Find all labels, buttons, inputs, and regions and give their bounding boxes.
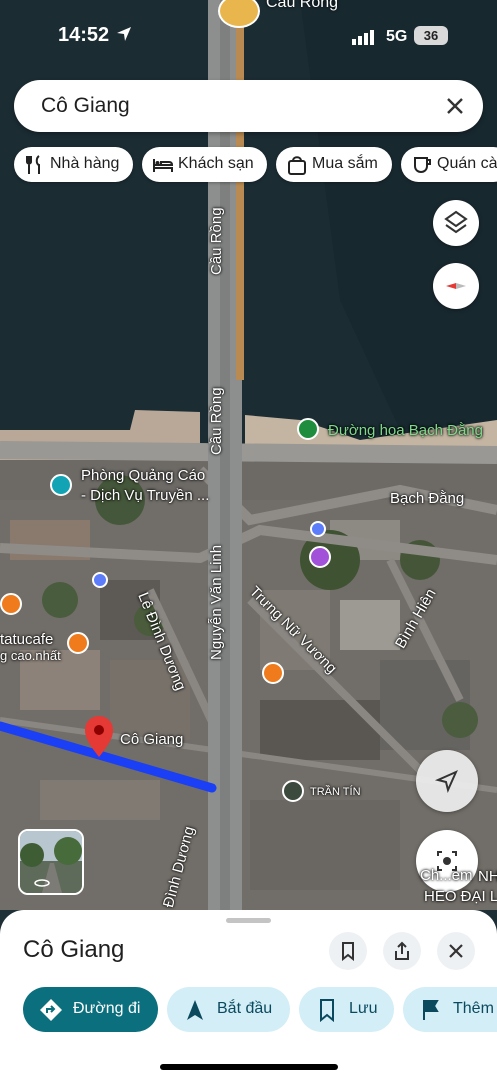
layers-button[interactable] xyxy=(433,200,479,246)
close-icon[interactable] xyxy=(445,96,465,116)
map-label-ad-2[interactable]: - Dịch Vụ Truyền ... xyxy=(81,487,209,504)
battery-icon: 36 xyxy=(414,26,448,45)
directions-icon xyxy=(40,999,62,1021)
chip-restaurants[interactable]: Nhà hàng xyxy=(14,147,133,182)
street-view-thumbnail[interactable] xyxy=(18,829,84,895)
map-label-poi: NH xyxy=(478,868,497,885)
save-button[interactable] xyxy=(329,932,367,970)
map-label-poi: TRẦN TÍN xyxy=(310,786,361,798)
street-view-image xyxy=(20,831,82,893)
flag-icon xyxy=(423,1000,439,1020)
restaurant-icon xyxy=(26,155,40,174)
save-place-button[interactable]: Lưu xyxy=(299,987,394,1032)
cell-signal-icon xyxy=(352,30,374,45)
directions-label: Đường đi xyxy=(73,1000,141,1017)
category-chips: Nhà hàng Khách sạn Mua sắm Quán cà xyxy=(14,147,497,183)
more-label: Thêm xyxy=(453,1000,494,1017)
share-icon xyxy=(395,941,409,960)
chip-hotels[interactable]: Khách sạn xyxy=(142,147,267,182)
map-label-bridge: Cầu Rồng xyxy=(208,207,225,275)
search-input[interactable]: Cô Giang xyxy=(41,94,130,118)
start-label: Bắt đầu xyxy=(217,1000,273,1017)
place-title: Cô Giang xyxy=(23,936,125,963)
bus-stop-icon[interactable] xyxy=(310,521,326,537)
map-label-cafe[interactable]: tatucafe xyxy=(0,631,53,648)
park-icon[interactable] xyxy=(297,418,319,440)
status-bar: 14:52 5G 36 xyxy=(0,18,497,58)
directions-button[interactable]: Đường đi xyxy=(23,987,158,1032)
shopping-icon[interactable] xyxy=(309,546,331,568)
chip-label: Quán cà xyxy=(437,155,497,172)
bookmark-icon xyxy=(342,942,354,961)
sheet-drag-handle[interactable] xyxy=(226,918,271,923)
bus-stop-icon[interactable] xyxy=(92,572,108,588)
search-bar[interactable]: Cô Giang xyxy=(14,80,483,132)
bed-icon xyxy=(153,159,174,172)
home-indicator[interactable] xyxy=(160,1064,338,1070)
shopping-bag-icon xyxy=(288,156,306,175)
map-label-lens: Ch...em xyxy=(420,867,473,884)
map-label-bridge: Cầu Rồng xyxy=(208,387,225,455)
recenter-button[interactable] xyxy=(416,750,478,812)
compass-button[interactable] xyxy=(433,263,479,309)
navigation-icon xyxy=(187,1000,203,1020)
map-label-cafe-sub: g cao.nhất xyxy=(0,648,61,663)
restaurant-icon[interactable] xyxy=(0,593,22,615)
map-label-street: Nguyễn Văn Linh xyxy=(208,544,225,660)
layers-icon xyxy=(444,210,468,234)
coffee-icon xyxy=(414,157,431,174)
close-icon xyxy=(449,944,463,958)
business-icon[interactable] xyxy=(50,474,72,496)
place-bottom-sheet: Cô Giang Đường đi Bắt đầu Lưu Thêm xyxy=(0,910,497,1080)
chip-label: Mua sắm xyxy=(312,155,378,172)
chip-shopping[interactable]: Mua sắm xyxy=(276,147,392,182)
map-label-selected[interactable]: Cô Giang xyxy=(120,731,183,748)
chip-cafe[interactable]: Quán cà xyxy=(401,147,497,182)
share-button[interactable] xyxy=(383,932,421,970)
top-place-label: Cầu Rồng xyxy=(266,0,339,11)
map-label-ad-1[interactable]: Phòng Quảng Cáo xyxy=(81,467,205,484)
map-label-park[interactable]: Đường hoa Bạch Đằng xyxy=(328,422,483,439)
memorial-icon[interactable] xyxy=(282,780,304,802)
map-label-street: Bạch Đằng xyxy=(390,490,465,507)
close-sheet-button[interactable] xyxy=(437,932,475,970)
location-arrow-icon xyxy=(117,27,131,41)
save-label: Lưu xyxy=(349,1000,378,1017)
chip-label: Khách sạn xyxy=(178,155,254,172)
start-button[interactable]: Bắt đầu xyxy=(167,987,290,1032)
compass-icon xyxy=(446,283,466,289)
restaurant-icon[interactable] xyxy=(262,662,284,684)
chip-label: Nhà hàng xyxy=(50,155,120,172)
map-label-poi: HEO ĐẠI L xyxy=(424,888,497,905)
network-type: 5G xyxy=(386,28,408,45)
bookmark-icon xyxy=(320,999,334,1022)
more-button[interactable]: Thêm xyxy=(403,987,497,1032)
cafe-icon[interactable] xyxy=(67,632,89,654)
navigation-arrow-icon xyxy=(434,770,458,794)
status-time: 14:52 xyxy=(58,24,110,46)
